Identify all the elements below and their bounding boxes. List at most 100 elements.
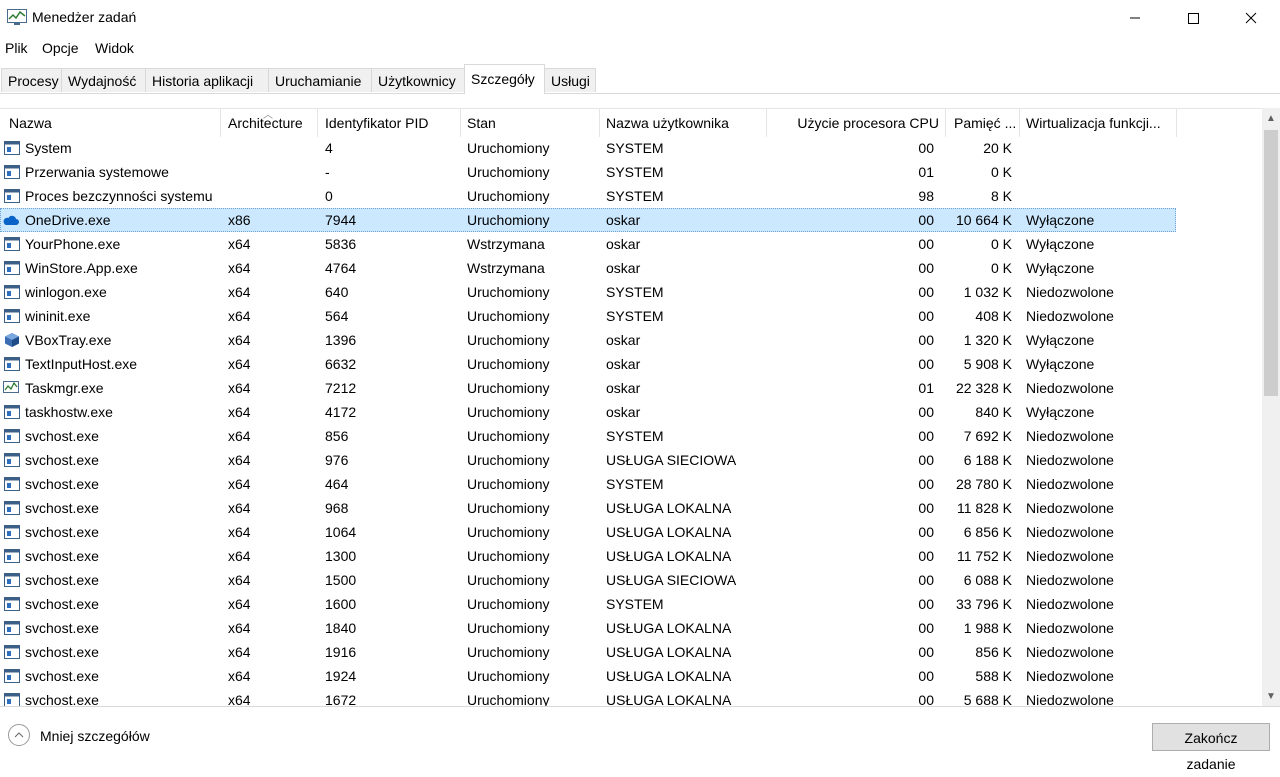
cell-cpu: 00 xyxy=(918,668,934,684)
table-row[interactable]: winlogon.exe x64 640 Uruchomiony SYSTEM 00 1 0… xyxy=(0,280,1176,304)
cell-user: USŁUGA LOKALNA xyxy=(606,620,732,636)
cell-memory: 840 K xyxy=(975,404,1012,420)
chevron-up-circle-icon[interactable] xyxy=(8,724,30,746)
cell-memory: 11 828 K xyxy=(956,500,1012,516)
table-row[interactable]: svchost.exe x64 1600 Uruchomiony SYSTEM 00 33 … xyxy=(0,592,1176,616)
cell-pid: 4172 xyxy=(325,404,357,420)
table-row[interactable]: Proces bezczynności systemu 0 Uruchomiony S… xyxy=(0,184,1176,208)
cell-pid: 968 xyxy=(325,500,349,516)
end-task-button[interactable]: Zakończ zadanie xyxy=(1152,723,1270,772)
cell-status: Uruchomiony xyxy=(467,332,550,348)
table-row[interactable]: taskhostw.exe x64 4172 Uruchomiony oskar 00 84… xyxy=(0,400,1176,424)
cell-memory: 5 688 K xyxy=(963,692,1012,707)
table-row[interactable]: WinStore.App.exe x64 4764 Wstrzymana oskar 00… xyxy=(0,256,1176,280)
cell-name: svchost.exe xyxy=(25,620,99,636)
column-header-status[interactable]: Stan xyxy=(461,109,600,137)
table-row[interactable]: TextInputHost.exe x64 6632 Uruchomiony oskar… xyxy=(0,352,1176,376)
cell-cpu: 01 xyxy=(918,164,934,180)
cell-pid: 1300 xyxy=(325,548,357,564)
app-window-icon xyxy=(4,260,20,276)
cell-pid: 4764 xyxy=(325,260,357,276)
cell-name: Taskmgr.exe xyxy=(25,380,104,396)
footer: Mniej szczegółów Zakończ zadanie xyxy=(0,706,1280,772)
cell-pid: 1924 xyxy=(325,668,357,684)
close-button[interactable] xyxy=(1222,0,1280,36)
app-window-icon xyxy=(4,284,20,300)
app-window-icon xyxy=(4,500,20,516)
tab-users[interactable]: Użytkownicy xyxy=(371,68,465,92)
cell-architecture xyxy=(228,184,318,208)
table-row[interactable]: svchost.exe x64 976 Uruchomiony USŁUGA SIECI… xyxy=(0,448,1176,472)
menu-file[interactable]: Plik xyxy=(5,40,28,56)
cell-virtualization: Niedozwolone xyxy=(1026,476,1114,492)
table-row[interactable]: svchost.exe x64 856 Uruchomiony SYSTEM 00 7 69… xyxy=(0,424,1176,448)
cell-pid: 5836 xyxy=(325,236,357,252)
cell-virtualization: Niedozwolone xyxy=(1026,668,1114,684)
tab-startup[interactable]: Uruchamianie xyxy=(268,68,372,92)
system-icon xyxy=(4,188,20,204)
app-window-icon xyxy=(4,236,20,252)
cell-cpu: 00 xyxy=(918,212,934,228)
cell-status: Uruchomiony xyxy=(467,284,550,300)
maximize-button[interactable] xyxy=(1164,0,1222,36)
cell-pid: 7944 xyxy=(325,212,357,228)
table-row[interactable]: Taskmgr.exe x64 7212 Uruchomiony oskar 01 22 3… xyxy=(0,376,1176,400)
table-row[interactable]: svchost.exe x64 968 Uruchomiony USŁUGA LOKAL… xyxy=(0,496,1176,520)
cell-architecture: x64 xyxy=(228,692,251,707)
table-row[interactable]: wininit.exe x64 564 Uruchomiony SYSTEM 00 408 … xyxy=(0,304,1176,328)
table-row[interactable]: System 4 Uruchomiony SYSTEM 00 20 K xyxy=(0,136,1176,160)
table-row[interactable]: YourPhone.exe x64 5836 Wstrzymana oskar 00 0 K… xyxy=(0,232,1176,256)
menu-options[interactable]: Opcje xyxy=(42,40,79,56)
table-row[interactable]: svchost.exe x64 1672 Uruchomiony USŁUGA LOKA… xyxy=(0,688,1176,707)
cell-user: oskar xyxy=(606,404,641,420)
table-row[interactable]: svchost.exe x64 1300 Uruchomiony USŁUGA LOKA… xyxy=(0,544,1176,568)
tab-services[interactable]: Usługi xyxy=(544,68,596,92)
tab-processes[interactable]: Procesy xyxy=(1,68,62,92)
table-row[interactable]: svchost.exe x64 1064 Uruchomiony USŁUGA LOKA… xyxy=(0,520,1176,544)
column-header-name[interactable]: Nazwa xyxy=(0,109,221,137)
cell-pid: 1600 xyxy=(325,596,357,612)
cell-user: USŁUGA SIECIOWA xyxy=(606,572,737,588)
column-header-virtualization[interactable]: Wirtualizacja funkcji... xyxy=(1020,109,1177,137)
cell-status: Uruchomiony xyxy=(467,524,550,540)
title-bar[interactable]: Menedżer zadań xyxy=(0,0,1280,36)
cell-status: Uruchomiony xyxy=(467,548,550,564)
minimize-button[interactable] xyxy=(1106,0,1164,36)
scroll-down-icon[interactable]: ▼ xyxy=(1262,686,1280,706)
vertical-scrollbar[interactable]: ▲ ▼ xyxy=(1262,108,1280,706)
tab-performance[interactable]: Wydajność xyxy=(61,68,146,92)
column-header-user[interactable]: Nazwa użytkownika xyxy=(600,109,767,137)
scroll-up-icon[interactable]: ▲ xyxy=(1262,108,1280,128)
table-row-selected[interactable]: OneDrive.exe x86 7944 Uruchomiony oskar 00 10 … xyxy=(0,208,1176,232)
table-row[interactable]: svchost.exe x64 1916 Uruchomiony USŁUGA LOKA… xyxy=(0,640,1176,664)
cell-cpu: 00 xyxy=(918,644,934,660)
table-row[interactable]: svchost.exe x64 1500 Uruchomiony USŁUGA SIEC… xyxy=(0,568,1176,592)
cell-pid: 1916 xyxy=(325,644,357,660)
cell-virtualization xyxy=(1026,184,1176,208)
menu-view[interactable]: Widok xyxy=(95,40,134,56)
fewer-details-link[interactable]: Mniej szczegółów xyxy=(40,728,150,744)
column-header-pid[interactable]: Identyfikator PID xyxy=(318,109,461,137)
cell-status: Uruchomiony xyxy=(467,404,550,420)
cell-architecture: x86 xyxy=(228,212,251,228)
tab-app-history[interactable]: Historia aplikacji xyxy=(145,68,269,92)
cell-cpu: 00 xyxy=(918,140,934,156)
table-row[interactable]: svchost.exe x64 464 Uruchomiony SYSTEM 00 28 7… xyxy=(0,472,1176,496)
cell-user: SYSTEM xyxy=(606,596,664,612)
cell-cpu: 00 xyxy=(918,500,934,516)
cell-pid: 464 xyxy=(325,476,349,492)
table-row[interactable]: VBoxTray.exe x64 1396 Uruchomiony oskar 00 1 3… xyxy=(0,328,1176,352)
cell-architecture: x64 xyxy=(228,668,251,684)
cell-memory: 6 856 K xyxy=(963,524,1012,540)
column-header-memory[interactable]: Pamięć ... xyxy=(946,109,1020,137)
column-header-cpu[interactable]: Użycie procesora CPU xyxy=(767,109,946,137)
scrollbar-thumb[interactable] xyxy=(1264,130,1278,396)
minimize-icon xyxy=(1130,17,1140,19)
cell-virtualization: Niedozwolone xyxy=(1026,308,1114,324)
tab-details[interactable]: Szczegóły xyxy=(464,64,545,94)
table-row[interactable]: Przerwania systemowe - Uruchomiony SYSTEM 01… xyxy=(0,160,1176,184)
table-row[interactable]: svchost.exe x64 1840 Uruchomiony USŁUGA LOKA… xyxy=(0,616,1176,640)
cell-status: Uruchomiony xyxy=(467,380,550,396)
table-row[interactable]: svchost.exe x64 1924 Uruchomiony USŁUGA LOKA… xyxy=(0,664,1176,688)
table-header: Nazwa Architecture Identyfikator PID Sta… xyxy=(0,109,1262,137)
